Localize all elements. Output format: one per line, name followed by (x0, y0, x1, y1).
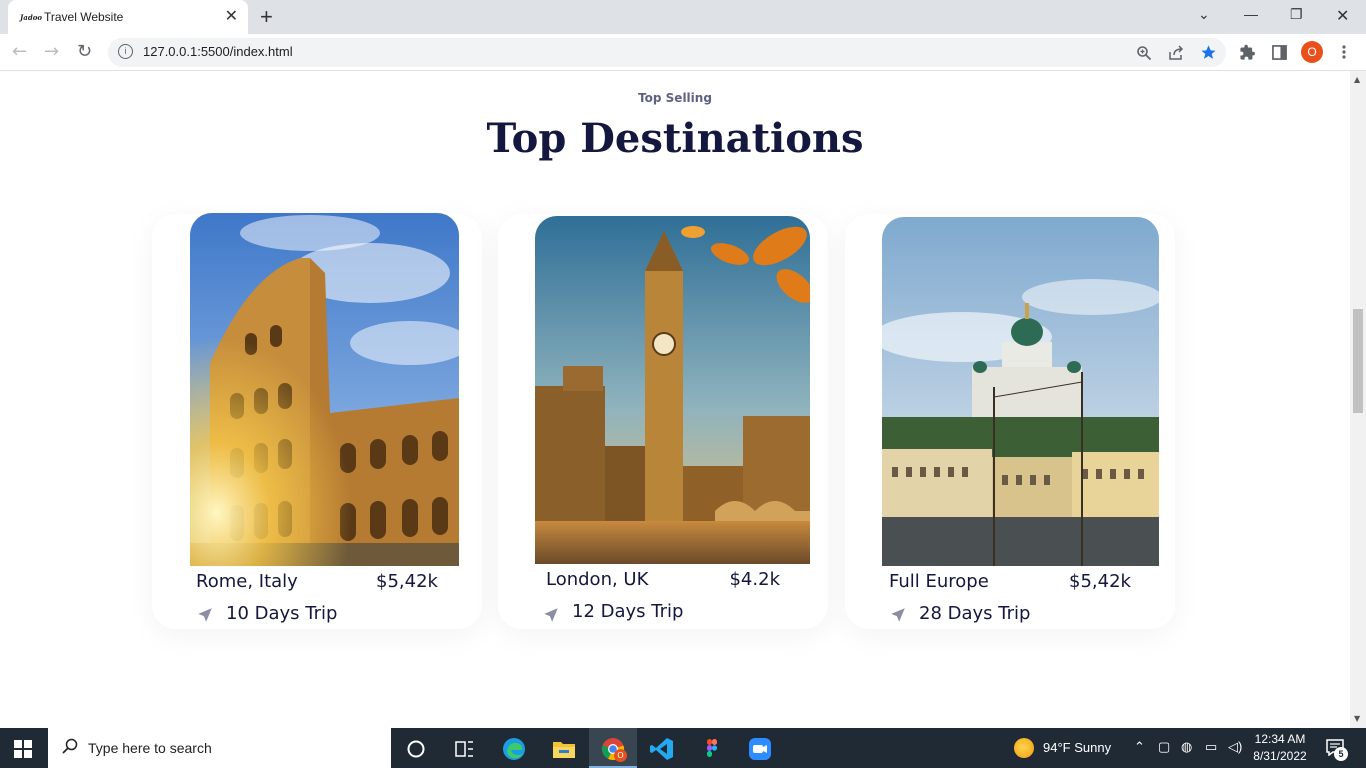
jadoo-favicon-icon: Jadoo (20, 12, 43, 22)
system-clock[interactable]: 12:34 AM 8/31/2022 (1248, 731, 1312, 765)
page-viewport: Top Selling Top Destinations Rome, Italy… (0, 71, 1350, 728)
minimize-icon[interactable]: — (1244, 6, 1258, 22)
weather-sun-icon[interactable] (1014, 738, 1034, 758)
clock-time: 12:34 AM (1254, 732, 1306, 746)
show-hidden-icons-icon[interactable]: ⌃ (1134, 739, 1145, 755)
figma-icon[interactable] (699, 736, 725, 762)
card-info: London, UK $4.2k 12 Days Trip (498, 566, 828, 629)
search-placeholder: Type here to search (88, 740, 212, 756)
tab-title: Travel Website (44, 10, 124, 24)
side-panel-icon[interactable] (1272, 45, 1287, 60)
rome-colosseum-image (190, 213, 459, 566)
close-window-icon[interactable]: ✕ (1336, 6, 1349, 26)
search-icon (62, 738, 78, 754)
info-icon[interactable]: i (118, 44, 133, 59)
new-tab-icon[interactable]: + (260, 4, 273, 30)
zoom-app-icon[interactable] (747, 736, 773, 762)
navigation-arrow-icon (544, 608, 558, 622)
destination-price: $4.2k (729, 569, 780, 590)
profile-avatar[interactable]: O (1301, 41, 1323, 63)
section-kicker: Top Selling (638, 91, 712, 105)
scroll-down-icon[interactable]: ▼ (1354, 714, 1360, 723)
volume-icon[interactable]: ◁) (1228, 739, 1242, 755)
forward-icon[interactable]: → (44, 40, 59, 64)
meet-now-icon[interactable]: ▢ (1158, 739, 1170, 755)
scroll-up-icon[interactable]: ▲ (1354, 75, 1360, 84)
battery-icon[interactable]: ▭ (1205, 739, 1217, 755)
windows-start-icon[interactable] (14, 740, 32, 758)
destination-card-europe[interactable]: Full Europe $5,42k 28 Days Trip (845, 214, 1175, 629)
vscode-icon[interactable] (649, 736, 675, 762)
destination-name: Rome, Italy (196, 571, 298, 592)
cortana-icon[interactable] (403, 736, 429, 762)
tab-search-chevron-icon[interactable]: ⌄ (1198, 6, 1210, 23)
destination-card-rome[interactable]: Rome, Italy $5,42k 10 Days Trip (152, 213, 482, 629)
page-scrollbar[interactable]: ▲ ▼ (1350, 71, 1366, 728)
close-tab-icon[interactable]: ✕ (225, 8, 238, 24)
trip-duration: 12 Days Trip (572, 601, 684, 622)
section-title: Top Destinations (486, 115, 864, 162)
london-big-ben-image (535, 216, 810, 564)
trip-duration: 28 Days Trip (919, 603, 1031, 624)
destination-name: Full Europe (889, 571, 989, 592)
card-info: Rome, Italy $5,42k 10 Days Trip (152, 566, 482, 629)
url-text[interactable]: 127.0.0.1:5500/index.html (143, 44, 293, 59)
weather-text[interactable]: 94°F Sunny (1043, 740, 1111, 755)
browser-toolbar: ← → ↻ i 127.0.0.1:5500/index.html (0, 34, 1366, 71)
share-icon[interactable] (1168, 45, 1184, 61)
navigation-arrow-icon (198, 608, 212, 622)
destination-card-london[interactable]: London, UK $4.2k 12 Days Trip (498, 214, 828, 629)
clock-date: 8/31/2022 (1253, 749, 1307, 763)
chrome-profile-badge: O (614, 749, 627, 762)
browser-tab[interactable]: Jadoo Travel Website ✕ (8, 0, 248, 34)
extensions-icon[interactable] (1239, 44, 1256, 61)
file-explorer-icon[interactable] (551, 736, 577, 762)
helsinki-cathedral-image (882, 217, 1159, 566)
destination-price: $5,42k (1069, 571, 1131, 592)
back-icon[interactable]: ← (12, 40, 27, 64)
windows-taskbar: Type here to search O 94°F Sunny ⌃ ▢ ◍ ▭… (0, 728, 1366, 768)
destination-price: $5,42k (376, 571, 438, 592)
language-globe-icon[interactable]: ◍ (1181, 739, 1192, 755)
task-view-icon[interactable] (451, 736, 477, 762)
address-bar[interactable]: i 127.0.0.1:5500/index.html (108, 38, 1226, 67)
tab-strip: Jadoo Travel Website ✕ + ⌄ — ❐ ✕ (0, 0, 1366, 34)
taskbar-search-box[interactable]: Type here to search (48, 728, 391, 768)
reload-icon[interactable]: ↻ (77, 40, 92, 64)
bookmark-star-icon[interactable] (1200, 44, 1217, 61)
edge-icon[interactable] (501, 736, 527, 762)
trip-duration: 10 Days Trip (226, 603, 338, 624)
menu-icon[interactable] (1341, 44, 1347, 60)
navigation-arrow-icon (891, 608, 905, 622)
scroll-thumb[interactable] (1353, 309, 1363, 413)
card-info: Full Europe $5,42k 28 Days Trip (845, 566, 1175, 629)
notification-count-badge: 5 (1334, 747, 1348, 761)
restore-icon[interactable]: ❐ (1290, 6, 1303, 23)
zoom-icon[interactable] (1136, 45, 1152, 61)
destination-name: London, UK (546, 569, 649, 590)
